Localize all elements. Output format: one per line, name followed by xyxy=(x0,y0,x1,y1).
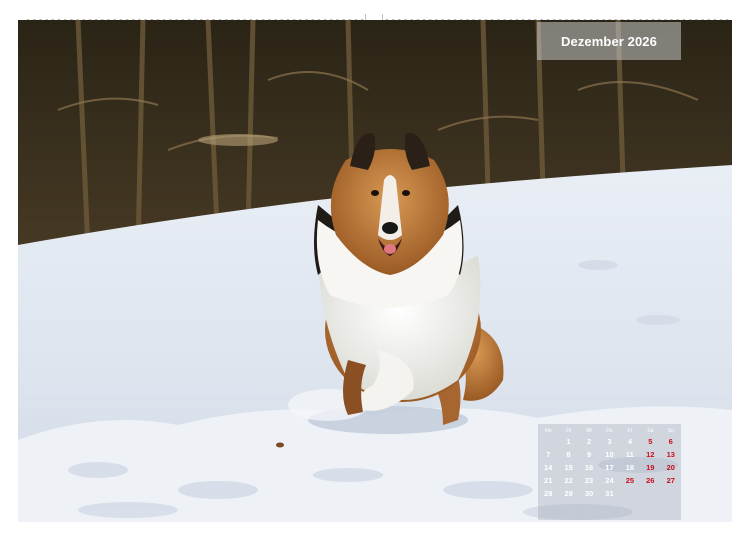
calendar-grid: Mo Di Mi Do Fr Sa So 1 2 3 4 5 6 7 8 9 1… xyxy=(538,424,681,520)
week-row: 1 2 3 4 5 6 xyxy=(538,435,681,448)
day-cell: 12 xyxy=(646,450,655,459)
day-cell: 6 xyxy=(668,437,673,446)
weekday-header: Di xyxy=(566,428,571,434)
day-cell xyxy=(538,435,558,448)
day-cell xyxy=(661,487,681,500)
day-cell: 31 xyxy=(605,489,614,498)
day-cell: 26 xyxy=(646,476,655,485)
day-cell: 5 xyxy=(648,437,653,446)
day-cell: 4 xyxy=(627,437,632,446)
weekday-header: Mi xyxy=(586,428,592,434)
day-cell: 27 xyxy=(666,476,675,485)
day-cell: 30 xyxy=(584,489,594,498)
day-cell: 22 xyxy=(564,476,573,485)
week-row: 21 22 23 24 25 26 27 xyxy=(538,474,681,487)
day-cell: 13 xyxy=(666,450,675,459)
weekday-header-row: Mo Di Mi Do Fr Sa So xyxy=(538,427,681,435)
day-cell: 24 xyxy=(605,476,614,485)
day-cell: 11 xyxy=(625,450,634,459)
week-row: 28 29 30 31 xyxy=(538,487,681,500)
month-title: Dezember 2026 xyxy=(561,33,657,49)
day-cell: 29 xyxy=(564,489,573,498)
day-cell: 20 xyxy=(666,463,675,472)
day-cell: 10 xyxy=(605,450,614,459)
day-cell: 19 xyxy=(646,463,655,472)
day-cell: 15 xyxy=(564,463,573,472)
day-cell: 7 xyxy=(546,450,551,459)
day-cell xyxy=(620,487,640,500)
weekday-header: Do xyxy=(606,428,613,434)
day-cell: 28 xyxy=(544,489,553,498)
day-cell: 21 xyxy=(544,476,553,485)
day-cell: 18 xyxy=(625,463,635,472)
weekday-header: Fr xyxy=(627,428,633,434)
day-cell: 1 xyxy=(566,437,571,446)
day-cell: 25 xyxy=(625,476,635,485)
week-row: 14 15 16 17 18 19 20 xyxy=(538,461,681,474)
day-cell: 9 xyxy=(586,450,592,459)
weekday-header: Sa xyxy=(647,428,654,434)
day-cell: 16 xyxy=(584,463,594,472)
day-cell: 23 xyxy=(584,476,594,485)
day-cell: 17 xyxy=(605,463,614,472)
weekday-header: So xyxy=(667,428,674,434)
calendar-table: Mo Di Mi Do Fr Sa So 1 2 3 4 5 6 7 8 9 1… xyxy=(538,427,681,500)
week-row: 7 8 9 10 11 12 13 xyxy=(538,448,681,461)
month-label-box: Dezember 2026 xyxy=(537,22,681,60)
day-cell xyxy=(640,487,660,500)
day-cell: 8 xyxy=(566,450,571,459)
day-cell: 14 xyxy=(544,463,553,472)
weekday-header: Mo xyxy=(544,428,552,434)
day-cell: 3 xyxy=(607,437,612,446)
day-cell: 2 xyxy=(586,437,592,446)
